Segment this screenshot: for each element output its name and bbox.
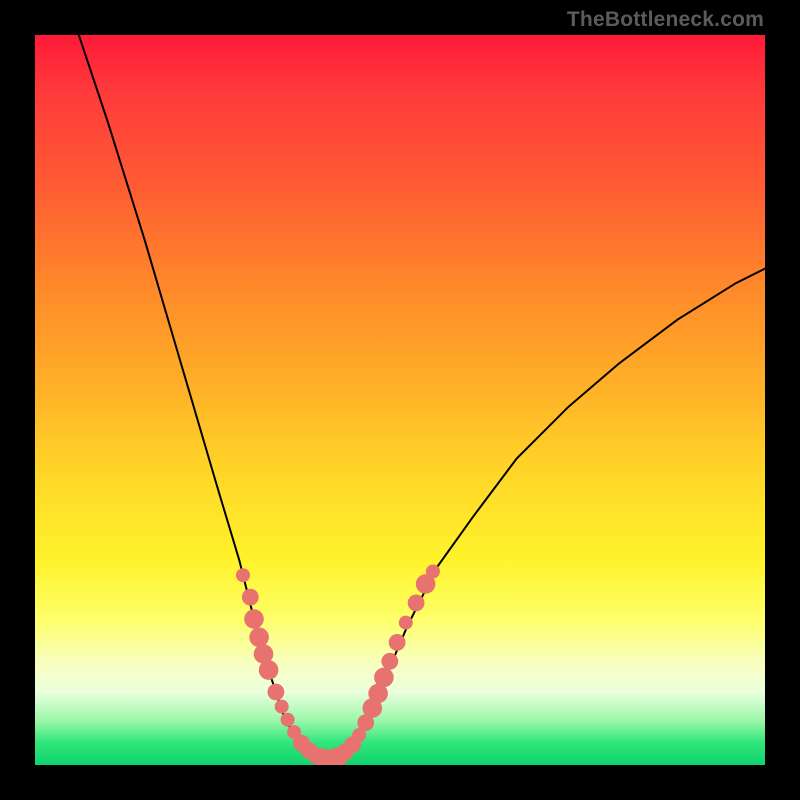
data-point bbox=[408, 595, 425, 612]
bottleneck-curve bbox=[79, 35, 765, 761]
data-point bbox=[381, 653, 398, 670]
data-point bbox=[275, 700, 289, 714]
data-point bbox=[242, 589, 259, 606]
data-point bbox=[249, 628, 269, 648]
watermark-label: TheBottleneck.com bbox=[567, 8, 764, 32]
data-point bbox=[281, 713, 295, 727]
data-point bbox=[259, 660, 279, 680]
data-point bbox=[389, 634, 406, 651]
data-points-group bbox=[236, 565, 440, 766]
chart-svg bbox=[35, 35, 765, 765]
data-point bbox=[426, 565, 440, 579]
plot-area bbox=[35, 35, 765, 765]
data-point bbox=[244, 609, 264, 629]
data-point bbox=[399, 616, 413, 630]
data-point bbox=[236, 568, 250, 582]
chart-frame: TheBottleneck.com bbox=[0, 0, 800, 800]
data-point bbox=[268, 684, 285, 701]
data-point bbox=[374, 668, 394, 688]
